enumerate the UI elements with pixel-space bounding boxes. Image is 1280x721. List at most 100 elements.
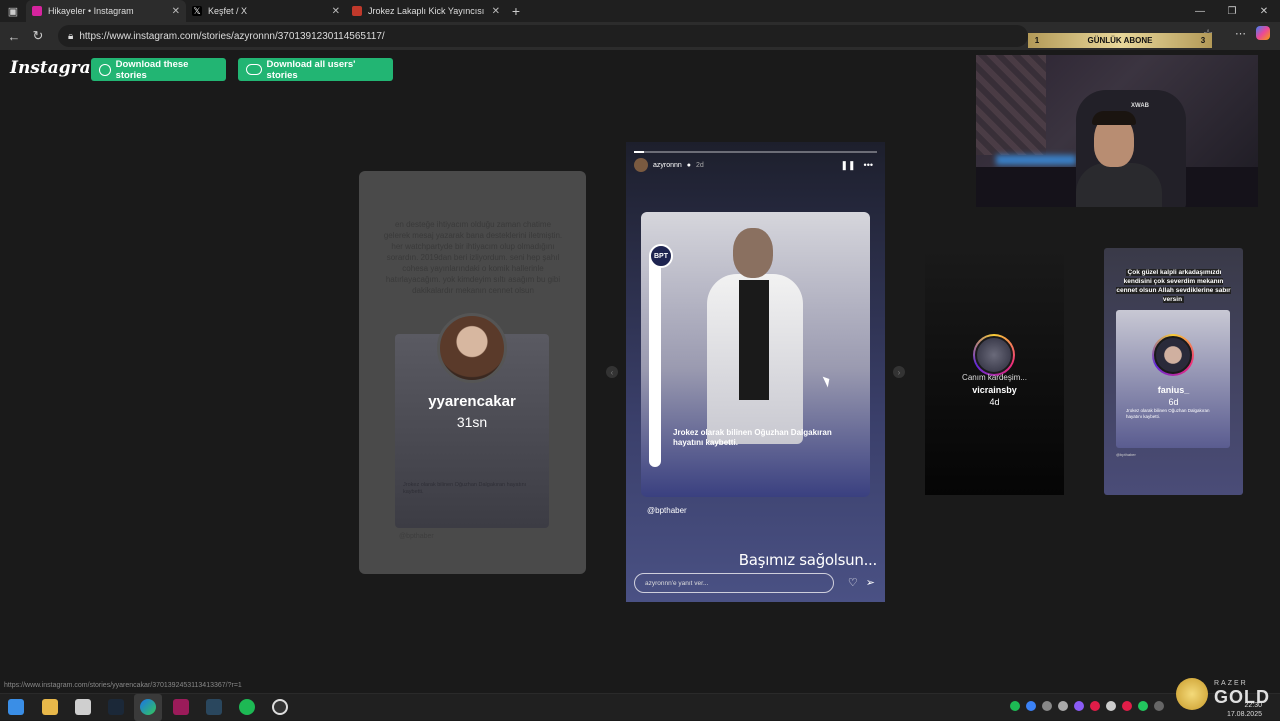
- webcam-person-hair: [1092, 111, 1136, 125]
- story-inner-image: [1116, 310, 1230, 448]
- send-icon[interactable]: ➢: [866, 576, 875, 589]
- tray-app-icon[interactable]: [1138, 701, 1148, 711]
- browser-tabbar: ▣ Hikayeler • Instagram ✕ 𝕏 Keşfet / X ✕…: [0, 0, 1280, 22]
- inner-caption: Jrokez olarak bilinen Oğuzhan Dalgakıran…: [403, 482, 527, 495]
- sub-goal-banner: 1 GÜNLÜK ABONE 3: [1028, 33, 1212, 48]
- razer-gold-logo: RAZER GOLD: [1176, 678, 1272, 714]
- download-stories-button[interactable]: Download these stories: [91, 58, 226, 81]
- inner-handle: @bpthaber: [1116, 452, 1136, 457]
- story-footer: @bpthaber: [399, 533, 434, 540]
- photo-caption: Jrokez olarak bilinen Oğuzhan Dalgakıran…: [673, 428, 832, 447]
- store-icon[interactable]: [75, 699, 91, 715]
- tray-app-icon[interactable]: [1042, 701, 1052, 711]
- tray-bluetooth-icon[interactable]: [1026, 701, 1036, 711]
- toggle-icon: [246, 64, 262, 75]
- story-text-caption: Başımız sağolsun...: [738, 551, 878, 569]
- url-text: https://www.instagram.com/stories/azyron…: [79, 30, 385, 42]
- razer-coin-icon: [1176, 678, 1208, 710]
- story-username[interactable]: azyronnn: [653, 162, 682, 169]
- download-icon: [99, 63, 111, 76]
- story-time: 6d: [1168, 397, 1179, 407]
- tab-title: Keşfet / X: [208, 6, 248, 16]
- story-ago: 2d: [696, 161, 704, 169]
- spotify-icon[interactable]: [239, 699, 255, 715]
- close-window-icon[interactable]: ✕: [1248, 0, 1280, 22]
- tray-app-icon[interactable]: [1154, 701, 1164, 711]
- status-url: https://www.instagram.com/stories/yyaren…: [4, 682, 242, 689]
- razer-brand: RAZER: [1214, 680, 1248, 687]
- story-header: azyronnn ● 2d: [634, 158, 704, 172]
- menu-icon[interactable]: ⋯: [1235, 27, 1246, 40]
- story-controls: ❚❚ •••: [840, 160, 873, 171]
- system-tray: [1010, 701, 1164, 711]
- tab-title: Hikayeler • Instagram: [48, 6, 134, 16]
- new-tab-icon[interactable]: +: [506, 3, 526, 19]
- tray-app-icon[interactable]: [1058, 701, 1068, 711]
- steam-icon[interactable]: [108, 699, 124, 715]
- banner-count: 3: [1200, 36, 1206, 45]
- chair-logo: XWAB: [1131, 103, 1149, 109]
- obs-icon[interactable]: [272, 699, 288, 715]
- heart-icon[interactable]: ♡: [848, 576, 858, 589]
- minimize-icon[interactable]: —: [1184, 0, 1216, 22]
- story-photo: BPT Jrokez olarak bilinen Oğuzhan Dalgak…: [641, 212, 870, 497]
- reply-actions: ♡ ➢: [848, 576, 875, 589]
- tray-app-icon[interactable]: [1090, 701, 1100, 711]
- download-all-label: Download all users' stories: [266, 58, 356, 81]
- windows-start-icon[interactable]: [8, 699, 24, 715]
- tab-x[interactable]: 𝕏 Keşfet / X ✕: [186, 0, 346, 22]
- close-tab-icon[interactable]: ✕: [332, 6, 340, 17]
- edge-icon[interactable]: [140, 699, 156, 715]
- refresh-icon[interactable]: ↻: [26, 24, 50, 48]
- prev-story-icon[interactable]: ‹: [606, 366, 618, 378]
- news-side-bar: [649, 252, 661, 467]
- story-username: yyarencakar: [428, 393, 516, 410]
- story-progress: [634, 151, 877, 153]
- avatar: [973, 334, 1015, 376]
- file-explorer-icon[interactable]: [42, 699, 58, 715]
- webcam-person-body: [1076, 163, 1162, 207]
- progress-fill: [634, 151, 644, 153]
- webcam-led: [996, 155, 1076, 165]
- close-tab-icon[interactable]: ✕: [492, 6, 500, 17]
- window-controls: — ❐ ✕: [1184, 0, 1280, 22]
- steam-alt-icon[interactable]: [206, 699, 222, 715]
- tab-instagram[interactable]: Hikayeler • Instagram ✕: [26, 0, 186, 22]
- story-time: 4d: [989, 397, 1000, 407]
- download-all-button[interactable]: Download all users' stories: [238, 58, 393, 81]
- tray-app-icon[interactable]: [1106, 701, 1116, 711]
- person-shirt: [739, 280, 769, 400]
- taskbar: [0, 693, 1280, 721]
- avatar[interactable]: [634, 158, 648, 172]
- toolbar-right: ☆ ⋯: [1203, 26, 1270, 40]
- story-username: fanius_: [1157, 385, 1190, 395]
- app-icon[interactable]: [173, 699, 189, 715]
- story-note: Çok güzel kalpli arkadaşımızdı kendisini…: [1116, 269, 1231, 303]
- maximize-icon[interactable]: ❐: [1216, 0, 1248, 22]
- tray-app-icon[interactable]: [1074, 701, 1084, 711]
- news-favicon-icon: [352, 6, 362, 16]
- back-icon[interactable]: ←: [2, 24, 26, 48]
- banner-label: GÜNLÜK ABONE: [1087, 36, 1153, 45]
- story-subtitle: Canım kardeşim...: [962, 373, 1027, 382]
- tray-app-icon[interactable]: [1122, 701, 1132, 711]
- lock-icon: 🔒︎: [68, 30, 74, 42]
- tab-actions-icon[interactable]: ▣: [0, 0, 26, 22]
- tab-news[interactable]: Jrokez Lakaplı Kick Yayıncısı Oğuzhan ✕: [346, 0, 506, 22]
- copilot-icon[interactable]: [1256, 26, 1270, 40]
- avatar: [437, 313, 507, 383]
- story-username: vicrainsby: [972, 385, 1017, 395]
- pause-icon[interactable]: ❚❚: [840, 160, 855, 171]
- tray-spotify-icon[interactable]: [1010, 701, 1020, 711]
- story-mention[interactable]: @bpthaber: [647, 506, 687, 515]
- close-tab-icon[interactable]: ✕: [172, 6, 180, 17]
- url-field[interactable]: 🔒︎ https://www.instagram.com/stories/azy…: [58, 25, 1028, 47]
- story-viewer-main: azyronnn ● 2d ❚❚ ••• BPT Jrokez olarak b…: [626, 142, 885, 602]
- webcam-wall: [976, 55, 1046, 155]
- more-options-icon[interactable]: •••: [864, 160, 873, 171]
- reply-input[interactable]: azyronnn'e yanıt ver...: [634, 573, 834, 593]
- instagram-favicon-icon: [32, 6, 42, 16]
- next-story-icon[interactable]: ›: [893, 366, 905, 378]
- download-stories-label: Download these stories: [115, 58, 189, 81]
- x-favicon-icon: 𝕏: [192, 6, 202, 16]
